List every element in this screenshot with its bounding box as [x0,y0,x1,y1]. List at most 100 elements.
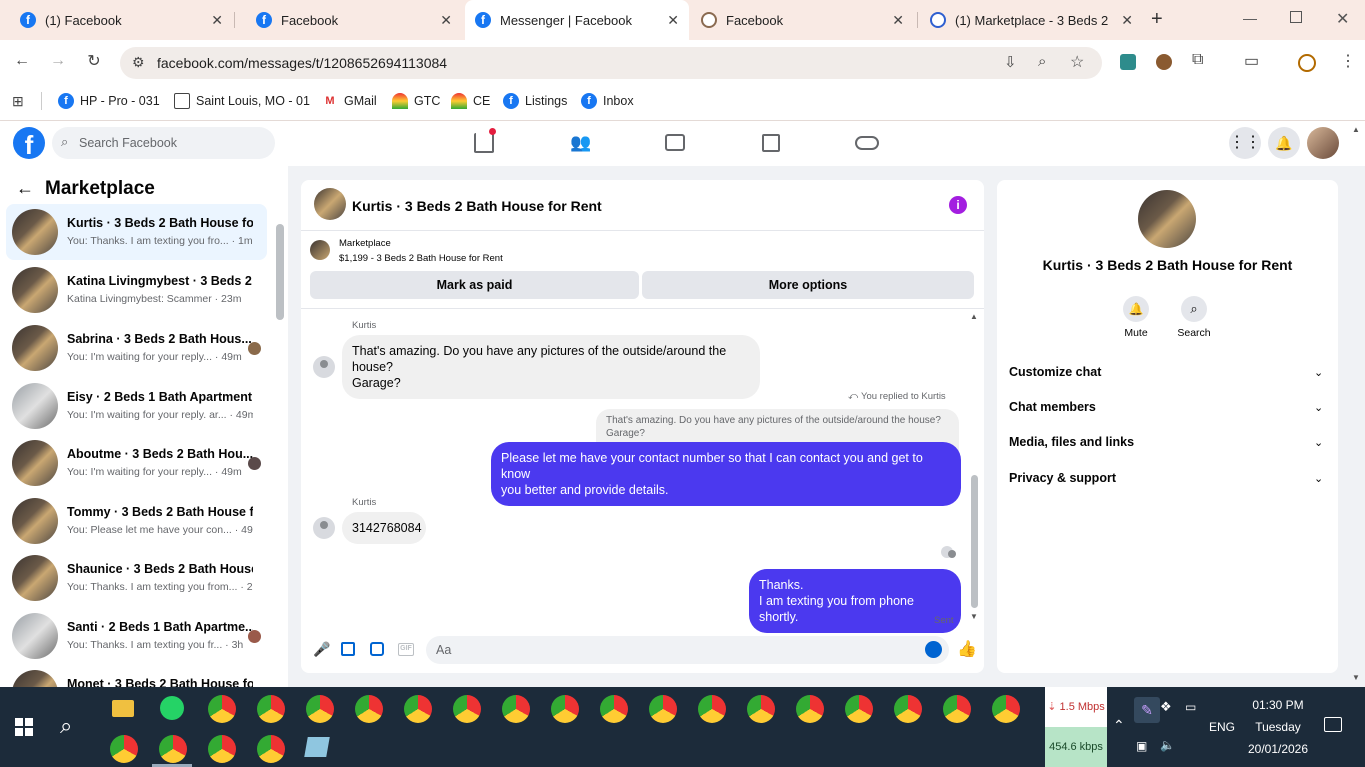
conversation-item[interactable]: Tommy · 3 Beds 2 Bath House f... You: Ple… [6,493,267,549]
gaming-icon[interactable] [855,136,879,150]
conversation-item[interactable]: Santi · 2 Beds 1 Bath Apartme... You: Tha… [6,608,267,664]
conversation-item[interactable]: Monet · 3 Beds 2 Bath House fo... [6,665,267,687]
cookie-icon[interactable] [1156,54,1172,70]
microphone-icon[interactable]: 🎤 [313,641,330,658]
chevron-down-icon[interactable]: ⌄ [1314,472,1323,485]
install-icon[interactable]: ⇩ [1004,53,1017,71]
chevron-down-icon[interactable]: ⌄ [1314,401,1323,414]
chrome-icon[interactable] [845,695,873,723]
chrome-icon[interactable] [796,695,824,723]
page-scroll-down-icon[interactable]: ▼ [1352,673,1360,682]
search-icon[interactable]: ⌕ [60,713,72,739]
conversation-item[interactable]: Kurtis · 3 Beds 2 Bath House for... You: … [6,204,267,260]
file-explorer-icon[interactable] [112,700,134,717]
conversation-item[interactable]: Aboutme · 3 Beds 2 Bath Hou... You: I'm w… [6,435,267,491]
mute-icon[interactable]: 🔔 [1123,296,1149,322]
profile-icon[interactable] [1298,54,1316,72]
message-bubble-outgoing[interactable]: Thanks. I am texting you from phone short… [749,569,961,633]
home-icon[interactable] [474,133,494,153]
search-icon[interactable]: ⌕ [1181,296,1207,322]
thumbs-up-icon[interactable]: 👍 [957,639,977,659]
notification-center-icon[interactable] [1324,717,1342,732]
sender-avatar[interactable] [313,517,335,539]
sidebar-scrollbar[interactable] [276,212,284,682]
volume-icon[interactable]: 🔈 [1160,738,1175,752]
bookmark-hp[interactable]: f HP - Pro - 031 [58,92,160,110]
chrome-icon[interactable] [257,735,285,763]
whatsapp-icon[interactable] [160,696,184,720]
bookmark-listings[interactable]: f Listings [503,92,567,110]
language-indicator[interactable]: ENG [1209,720,1235,734]
bookmark-saint-louis[interactable]: Saint Louis, MO - 01 [174,92,310,110]
network-icon[interactable]: ▣ [1136,739,1147,753]
gif-icon[interactable]: GIF [398,643,414,656]
emoji-icon[interactable] [925,641,942,658]
chrome-icon[interactable] [747,695,775,723]
conversation-item[interactable]: Shaunice · 3 Beds 2 Bath House ... You: T… [6,550,267,606]
sticker-icon[interactable] [370,642,384,656]
facebook-logo-icon[interactable]: f [13,127,45,160]
mark-as-paid-button[interactable]: Mark as paid [310,271,639,299]
close-window-icon[interactable]: ✕ [1336,9,1349,29]
bookmark-inbox[interactable]: f Inbox [581,92,634,110]
notifications-icon[interactable]: 🔔 [1268,127,1300,159]
conversation-item[interactable]: Sabrina · 3 Beds 2 Bath Hous... You: I'm … [6,320,267,376]
more-options-button[interactable]: More options [642,271,974,299]
tab-search-icon[interactable]: ▭ [1244,51,1259,71]
extensions-puzzle-icon[interactable]: ⧉ [1192,51,1203,69]
chevron-up-icon[interactable]: ⌃ [1113,717,1125,734]
tab-4[interactable]: Facebook ✕ [690,0,914,40]
page-scroll-up-icon[interactable]: ▲ [1352,125,1360,134]
clock-day[interactable]: Tuesday [1245,720,1311,734]
close-tab-icon[interactable]: ✕ [892,12,904,29]
back-arrow-icon[interactable]: ← [16,178,34,199]
apps-icon[interactable]: ⊞ [12,93,24,110]
profile-avatar[interactable] [1307,127,1339,159]
conversation-item[interactable]: Katina Livingmybest · 3 Beds 2 ... Katina… [6,262,267,318]
minimize-icon[interactable]: — [1243,10,1257,26]
chrome-icon[interactable] [208,735,236,763]
restore-icon[interactable] [1290,11,1302,23]
new-tab-icon[interactable]: + [1151,8,1163,31]
message-input[interactable]: Aa [426,636,949,664]
chrome-icon[interactable] [600,695,628,723]
conversation-item[interactable]: Eisy · 2 Beds 1 Bath Apartment f... You: … [6,378,267,434]
feather-icon[interactable]: ✎ [1134,697,1160,723]
clock-time[interactable]: 01:30 PM [1245,698,1311,712]
chrome-icon[interactable] [355,695,383,723]
chrome-icon[interactable] [551,695,579,723]
clock-date[interactable]: 20/01/2026 [1240,742,1316,756]
chrome-icon[interactable] [649,695,677,723]
chrome-icon[interactable] [257,695,285,723]
photo-icon[interactable] [341,642,355,656]
chrome-icon[interactable] [208,695,236,723]
bookmark-gtc[interactable]: GTC [392,92,440,110]
chevron-down-icon[interactable]: ⌄ [1314,366,1323,379]
reload-icon[interactable]: ↻ [82,51,106,71]
dropbox-icon[interactable]: ❖ [1160,699,1172,715]
battery-icon[interactable]: ▭ [1185,700,1196,714]
chrome-icon[interactable] [502,695,530,723]
customize-chat-section[interactable]: Customize chat [1009,365,1101,379]
facebook-search-input[interactable]: ⌕ Search Facebook [52,127,275,159]
sender-avatar[interactable] [313,356,335,378]
chrome-icon[interactable] [110,735,138,763]
chrome-icon[interactable] [943,695,971,723]
privacy-support-section[interactable]: Privacy & support [1009,471,1116,485]
chat-title[interactable]: Kurtis · 3 Beds 2 Bath House for Rent [352,198,602,214]
chrome-icon[interactable] [698,695,726,723]
profile-picture[interactable] [1138,190,1196,248]
listing-price[interactable]: $1,199 - 3 Beds 2 Bath House for Rent [339,253,503,264]
star-icon[interactable]: ☆ [1070,52,1084,72]
tab-5[interactable]: (1) Marketplace - 3 Beds 2 Ba ✕ [920,0,1143,40]
chrome-icon[interactable] [453,695,481,723]
listing-thumbnail[interactable] [310,240,330,260]
tab-messenger[interactable]: f Messenger | Facebook ✕ [465,0,689,40]
chrome-icon[interactable] [992,695,1020,723]
friends-icon[interactable]: 👥 [570,133,591,153]
media-files-links-section[interactable]: Media, files and links [1009,435,1134,449]
forward-icon[interactable]: → [46,52,70,70]
close-tab-icon[interactable]: ✕ [211,12,223,29]
chrome-icon[interactable] [306,695,334,723]
message-bubble-incoming[interactable]: That's amazing. Do you have any pictures… [342,335,760,399]
